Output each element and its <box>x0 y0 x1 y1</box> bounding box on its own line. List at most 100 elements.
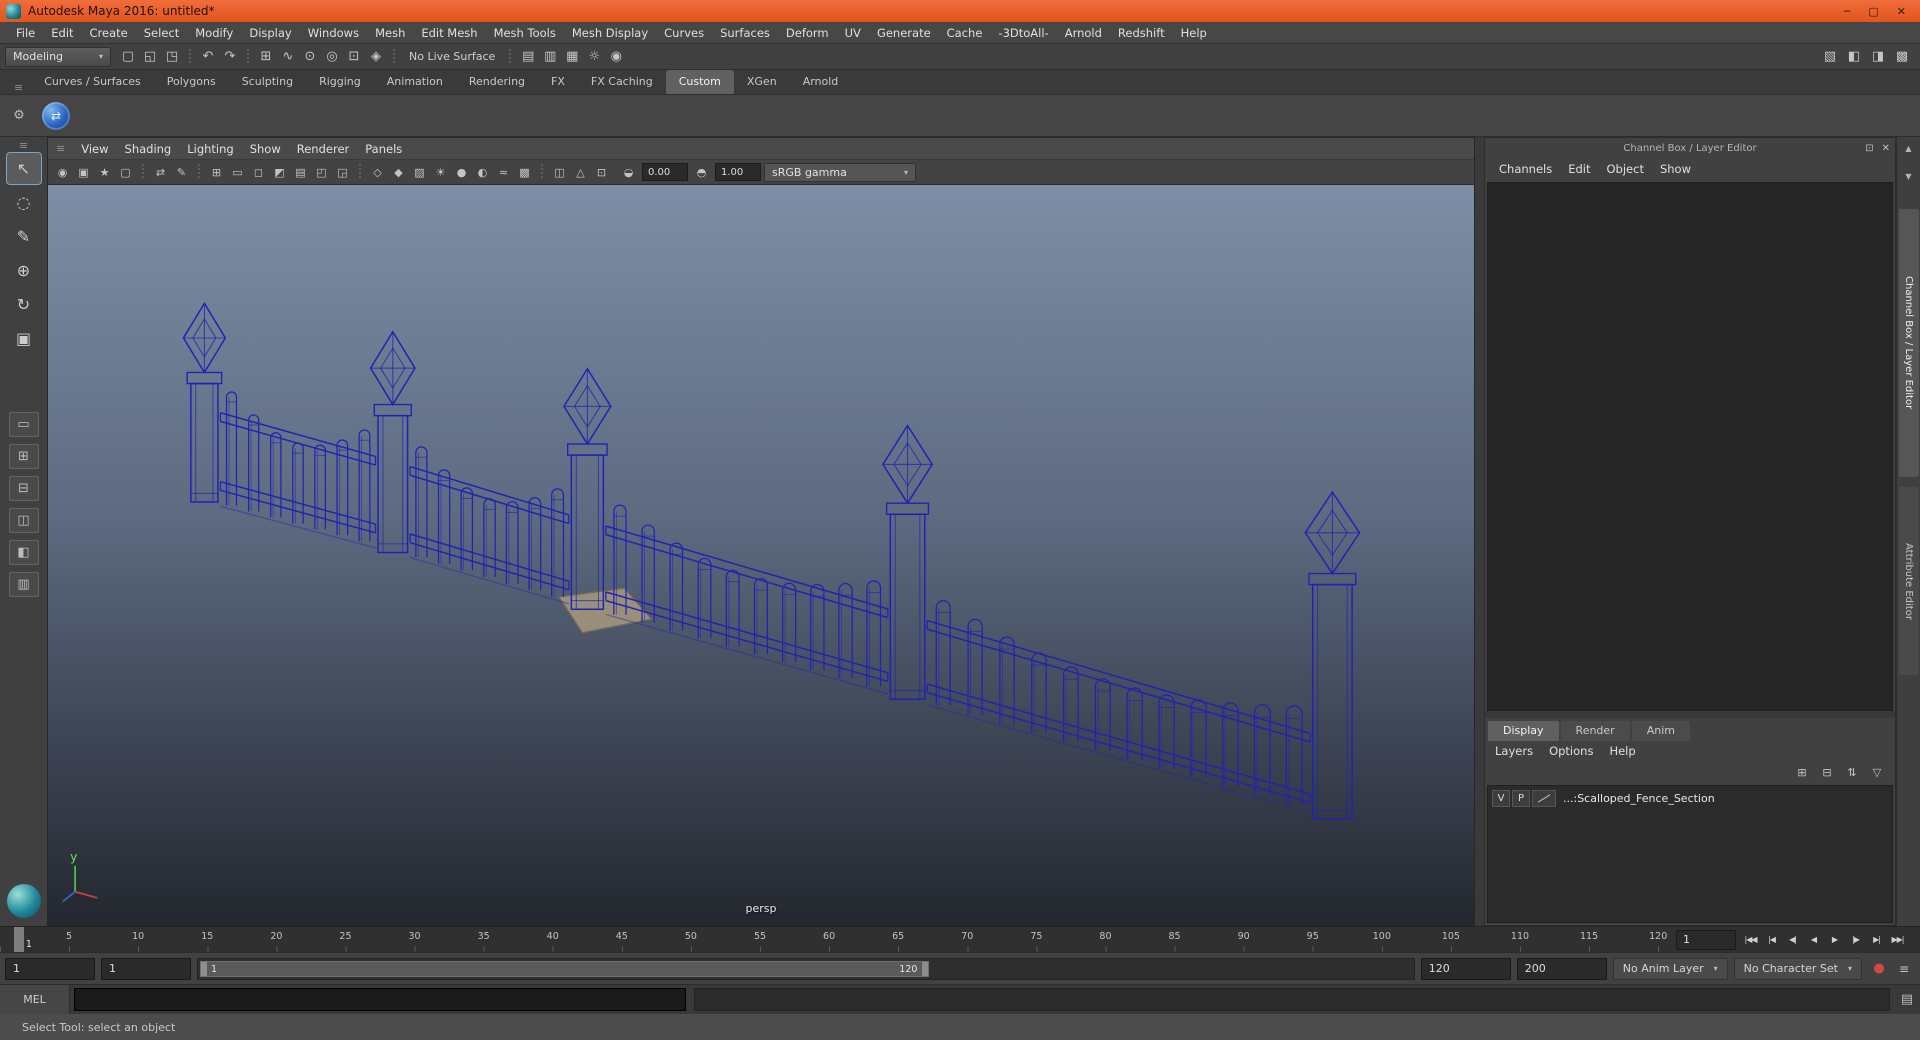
exposure-field[interactable]: 0.00 <box>642 163 688 181</box>
hypershade-icon[interactable]: ◉ <box>605 46 627 68</box>
anim-layer-select[interactable]: No Anim Layer ▾ <box>1612 957 1728 980</box>
menu-edit[interactable]: Edit <box>43 22 81 44</box>
undo-icon[interactable]: ↶ <box>197 46 219 68</box>
render-current-frame-icon[interactable]: ▤ <box>517 46 539 68</box>
menu-cache[interactable]: Cache <box>939 22 991 44</box>
toggle-ui-elements-icon[interactable]: ▧ <box>1819 46 1841 68</box>
toggle-tool-settings-icon[interactable]: ◧ <box>1843 46 1865 68</box>
safe-title-icon[interactable]: ◲ <box>332 162 353 182</box>
playback-start-field[interactable]: 1 <box>101 957 191 980</box>
menu-surfaces[interactable]: Surfaces <box>712 22 778 44</box>
snap-to-grid-icon[interactable]: ⊞ <box>255 46 277 68</box>
xray-icon[interactable]: ◫ <box>549 162 570 182</box>
paint-select-tool-icon[interactable]: ✎ <box>7 221 41 252</box>
menu-mesh-tools[interactable]: Mesh Tools <box>486 22 564 44</box>
make-live-icon[interactable]: ◈ <box>365 46 387 68</box>
resolution-gate-icon[interactable]: ◻ <box>248 162 269 182</box>
lasso-tool-icon[interactable]: ◌ <box>7 187 41 218</box>
play-forwards-button[interactable]: ▶ <box>1824 930 1845 950</box>
time-slider[interactable]: 1 5 10 15 20 25 30 35 40 45 50 55 60 65 70 75 80 85 90 95 1… <box>0 926 1920 952</box>
close-panel-icon[interactable]: ✕ <box>1882 143 1890 154</box>
layer-filter-icon[interactable]: ▽ <box>1867 763 1887 781</box>
anti-alias-icon[interactable]: ▩ <box>514 162 535 182</box>
film-gate-icon[interactable]: ▭ <box>227 162 248 182</box>
save-scene-icon[interactable]: ◳ <box>161 46 183 68</box>
sort-layers-icon[interactable]: ⇅ <box>1842 763 1862 781</box>
toggle-channel-box-icon[interactable]: ▩ <box>1891 46 1913 68</box>
shelf-tab-arnold[interactable]: Arnold <box>790 70 852 94</box>
minimize-button[interactable]: ─ <box>1844 5 1851 18</box>
toggle-attribute-editor-icon[interactable]: ◨ <box>1867 46 1889 68</box>
time-slider-track[interactable]: 1 5 10 15 20 25 30 35 40 45 50 55 60 65 70 75 80 85 90 95 1… <box>0 927 1672 952</box>
exposure-icon[interactable]: ◒ <box>618 162 639 182</box>
menu-mesh[interactable]: Mesh <box>367 22 413 44</box>
side-tab-attribute-editor[interactable]: Attribute Editor <box>1898 487 1919 675</box>
menu-display[interactable]: Display <box>241 22 299 44</box>
animation-end-field[interactable]: 200 <box>1516 957 1607 980</box>
two-pane-side-layout-icon[interactable]: ◫ <box>8 508 39 533</box>
auto-keyframe-icon[interactable]: ● <box>1868 958 1890 980</box>
single-pane-layout-icon[interactable]: ▭ <box>8 412 39 437</box>
menu-edit-mesh[interactable]: Edit Mesh <box>413 22 485 44</box>
channel-box-menu-object[interactable]: Object <box>1599 158 1652 180</box>
snap-to-curve-icon[interactable]: ∿ <box>277 46 299 68</box>
shelf-tab-animation[interactable]: Animation <box>374 70 456 94</box>
two-d-pan-zoom-icon[interactable]: ⇄ <box>150 162 171 182</box>
menu-generate[interactable]: Generate <box>869 22 939 44</box>
snap-to-point-icon[interactable]: ⊙ <box>299 46 321 68</box>
camera-attributes-icon[interactable]: ▣ <box>73 162 94 182</box>
shelf-tab-fx[interactable]: FX <box>538 70 578 94</box>
go-to-end-button[interactable]: ▶▶| <box>1887 930 1908 950</box>
create-empty-layer-icon[interactable]: ⊞ <box>1792 763 1812 781</box>
shelf-tab-fx-caching[interactable]: FX Caching <box>578 70 666 94</box>
strip-scroll-down-icon[interactable]: ▼ <box>1900 169 1918 183</box>
shelf-tab-sculpting[interactable]: Sculpting <box>229 70 306 94</box>
four-pane-layout-icon[interactable]: ⊞ <box>8 444 39 469</box>
side-tab-channel-box-layer-editor[interactable]: Channel Box / Layer Editor <box>1898 209 1919 477</box>
menu-redshift[interactable]: Redshift <box>1110 22 1173 44</box>
viewport-menu-show[interactable]: Show <box>242 138 289 160</box>
range-slider-track[interactable]: 1 120 <box>197 957 1415 980</box>
shelf-menu-gear-icon[interactable]: ⚙ <box>8 105 30 127</box>
snap-to-projected-center-icon[interactable]: ◎ <box>321 46 343 68</box>
isolate-select-icon[interactable]: ⊡ <box>591 162 612 182</box>
animation-start-field[interactable]: 1 <box>5 957 95 980</box>
view-transform-select[interactable]: sRGB gamma ▾ <box>764 162 916 182</box>
panel-menu-grip-icon[interactable]: ≡ <box>48 142 73 155</box>
step-back-key-button[interactable]: ◀| <box>1782 930 1803 950</box>
grid-icon[interactable]: ⊞ <box>206 162 227 182</box>
menu-arnold[interactable]: Arnold <box>1057 22 1110 44</box>
use-all-lights-icon[interactable]: ☀ <box>430 162 451 182</box>
channel-box-menu-channels[interactable]: Channels <box>1491 158 1560 180</box>
viewport-canvas[interactable]: y persp <box>48 185 1474 925</box>
dock-panel-icon[interactable]: ⊡ <box>1865 143 1873 154</box>
layer-editor-tab-render[interactable]: Render <box>1560 721 1630 741</box>
redo-icon[interactable]: ↷ <box>219 46 241 68</box>
command-line-language-toggle[interactable]: MEL <box>0 985 70 1014</box>
open-scene-icon[interactable]: ◱ <box>139 46 161 68</box>
shelf-tab-polygons[interactable]: Polygons <box>154 70 229 94</box>
menu-set-selector[interactable]: Modeling ▾ <box>5 46 111 67</box>
new-scene-icon[interactable]: ▢ <box>117 46 139 68</box>
layer-editor-tab-display[interactable]: Display <box>1488 721 1559 741</box>
menu-mesh-display[interactable]: Mesh Display <box>564 22 656 44</box>
maximize-button[interactable]: ▢ <box>1868 5 1878 18</box>
playback-end-field[interactable]: 120 <box>1420 957 1511 980</box>
viewport-menu-lighting[interactable]: Lighting <box>179 138 241 160</box>
select-camera-icon[interactable]: ◉ <box>52 162 73 182</box>
layer-visibility-toggle[interactable]: V <box>1492 790 1510 807</box>
current-time-marker[interactable] <box>13 927 24 952</box>
motion-blur-icon[interactable]: ≈ <box>493 162 514 182</box>
gamma-icon[interactable]: ◓ <box>691 162 712 182</box>
layer-display-type-toggle[interactable] <box>1532 790 1556 807</box>
menu-modify[interactable]: Modify <box>187 22 241 44</box>
render-settings-icon[interactable]: ☼ <box>583 46 605 68</box>
shaded-icon[interactable]: ◆ <box>388 162 409 182</box>
move-tool-icon[interactable]: ⊕ <box>7 255 41 286</box>
shelf-tab-curves-surfaces[interactable]: Curves / Surfaces <box>31 70 154 94</box>
layer-playback-toggle[interactable]: P <box>1512 790 1530 807</box>
bookmarks-icon[interactable]: ★ <box>94 162 115 182</box>
panel-divider[interactable] <box>1475 137 1484 926</box>
two-pane-stacked-layout-icon[interactable]: ⊟ <box>8 476 39 501</box>
grease-pencil-icon[interactable]: ✎ <box>171 162 192 182</box>
